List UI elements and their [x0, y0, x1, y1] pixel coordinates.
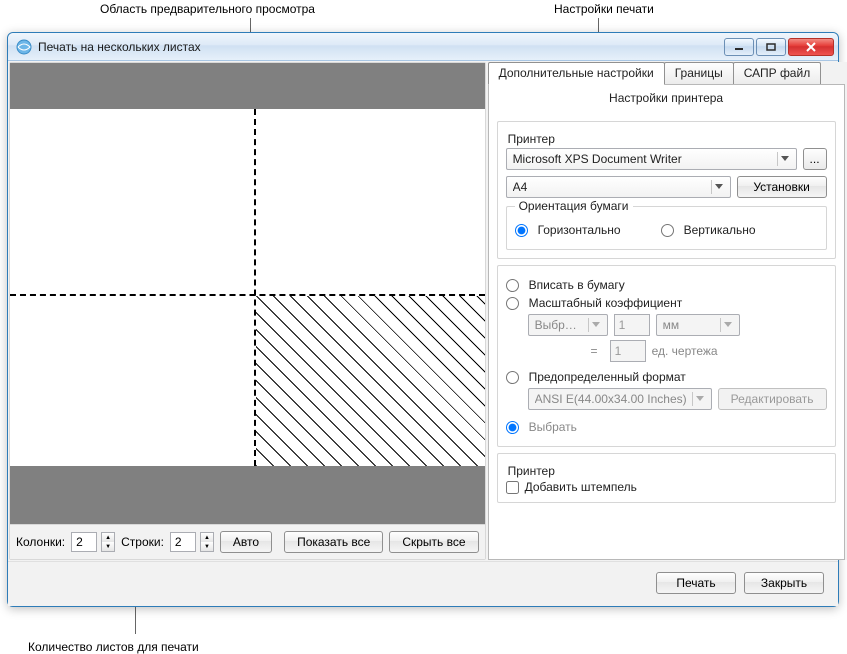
printer-selected-text: Microsoft XPS Document Writer	[513, 152, 790, 166]
tab-panel-advanced: Настройки принтера Принтер Microsoft XPS…	[488, 84, 845, 560]
preview-column: Колонки: ▲ ▼ Строки: ▲ ▼ Авто	[9, 62, 486, 560]
titlebar[interactable]: Печать на нескольких листах	[8, 33, 838, 61]
show-all-button[interactable]: Показать все	[284, 531, 383, 553]
printer-setup-button[interactable]: Установки	[737, 176, 827, 198]
predefined-format-label: Предопределенный формат	[529, 370, 686, 384]
preview-margin-bottom	[10, 466, 485, 524]
dialog-window: Печать на нескольких листах	[7, 32, 839, 607]
scale-pick-label: Выбрать	[529, 420, 577, 434]
scale-pick-radio[interactable]	[506, 421, 519, 434]
rows-down[interactable]: ▼	[201, 542, 213, 551]
callout-preview: Область предварительного просмотра	[100, 2, 315, 16]
minimize-button[interactable]	[724, 38, 754, 56]
preview-area[interactable]	[10, 63, 485, 525]
close-button[interactable]	[788, 38, 834, 56]
predefined-format-radio[interactable]	[506, 371, 519, 384]
columns-down[interactable]: ▼	[102, 542, 114, 551]
columns-spinner[interactable]: ▲ ▼	[101, 532, 115, 552]
rows-label: Строки:	[121, 535, 164, 549]
fit-to-page-label: Вписать в бумагу	[529, 278, 625, 292]
auto-button[interactable]: Авто	[220, 531, 272, 553]
columns-input[interactable]	[71, 532, 97, 552]
scale-choose-select[interactable]: Выбрать	[528, 314, 608, 336]
chevron-down-icon	[777, 152, 793, 166]
rows-spinner[interactable]: ▲ ▼	[200, 532, 214, 552]
rows-up[interactable]: ▲	[201, 533, 213, 542]
stamp-section-label: Принтер	[508, 464, 827, 478]
hide-all-button[interactable]: Скрыть все	[389, 531, 478, 553]
fit-to-page[interactable]: Вписать в бумагу	[506, 278, 827, 292]
orientation-portrait-radio[interactable]	[661, 224, 674, 237]
scale-factor-radio[interactable]	[506, 297, 519, 310]
scale-value-input[interactable]	[614, 314, 650, 336]
fit-to-page-radio[interactable]	[506, 279, 519, 292]
tabs: Дополнительные настройки Границы САПР фа…	[488, 62, 845, 84]
panel-title: Настройки принтера	[497, 91, 836, 105]
orientation-group: Ориентация бумаги Горизонтально Вертикал…	[506, 206, 827, 250]
orientation-portrait[interactable]: Вертикально	[661, 223, 756, 237]
printer-select[interactable]: Microsoft XPS Document Writer	[506, 148, 797, 170]
callout-settings: Настройки печати	[554, 2, 654, 16]
drawing-units-label: ед. чертежа	[652, 344, 718, 358]
scale-factor[interactable]: Масштабный коэффициент	[506, 296, 827, 310]
printer-group: Принтер Microsoft XPS Document Writer ..…	[497, 121, 836, 259]
predefined-select[interactable]: ANSI E(44.00x34.00 Inches)	[528, 388, 712, 410]
orientation-landscape-radio[interactable]	[515, 224, 528, 237]
equals-sign: =	[528, 344, 604, 358]
drawing-units-input[interactable]	[610, 340, 646, 362]
predefined-text: ANSI E(44.00x34.00 Inches)	[535, 392, 705, 406]
dialog-bottom-bar: Печать Закрыть	[8, 561, 838, 606]
maximize-button[interactable]	[756, 38, 786, 56]
chevron-down-icon	[720, 318, 736, 332]
scale-pick[interactable]: Выбрать	[506, 420, 827, 434]
orientation-landscape[interactable]: Горизонтально	[515, 223, 621, 237]
paper-selected-text: A4	[513, 180, 724, 194]
scale-unit-select[interactable]: мм	[656, 314, 740, 336]
add-stamp-label: Добавить штемпель	[525, 480, 637, 494]
preview-split-vertical	[254, 109, 256, 466]
columns-up[interactable]: ▲	[102, 533, 114, 542]
orientation-portrait-label: Вертикально	[684, 223, 756, 237]
scale-factor-label: Масштабный коэффициент	[529, 296, 683, 310]
preview-controls: Колонки: ▲ ▼ Строки: ▲ ▼ Авто	[10, 525, 485, 559]
app-icon	[16, 39, 32, 55]
add-stamp-checkbox[interactable]	[506, 481, 519, 494]
predefined-format[interactable]: Предопределенный формат	[506, 370, 827, 384]
close-dialog-button[interactable]: Закрыть	[744, 572, 824, 594]
preview-split-horizontal	[10, 294, 485, 296]
scale-group: Вписать в бумагу Масштабный коэффициент …	[497, 265, 836, 447]
add-stamp[interactable]: Добавить штемпель	[506, 480, 827, 494]
rows-input[interactable]	[170, 532, 196, 552]
window-title: Печать на нескольких листах	[38, 40, 722, 54]
chevron-down-icon	[588, 318, 604, 332]
chevron-down-icon	[692, 392, 708, 406]
printer-browse-button[interactable]: ...	[803, 148, 827, 170]
settings-column: Дополнительные настройки Границы САПР фа…	[486, 62, 847, 560]
stamp-group: Принтер Добавить штемпель	[497, 453, 836, 503]
print-button[interactable]: Печать	[656, 572, 736, 594]
tab-borders[interactable]: Границы	[664, 62, 734, 84]
tab-advanced[interactable]: Дополнительные настройки	[488, 62, 665, 85]
chevron-down-icon	[711, 180, 727, 194]
columns-label: Колонки:	[16, 535, 65, 549]
preview-margin-top	[10, 63, 485, 109]
tab-cad-file[interactable]: САПР файл	[733, 62, 822, 84]
printer-label: Принтер	[508, 132, 827, 146]
callout-sheet-count: Количество листов для печати	[28, 640, 199, 654]
edit-format-button[interactable]: Редактировать	[718, 388, 827, 410]
paper-select[interactable]: A4	[506, 176, 731, 198]
orientation-group-title: Ориентация бумаги	[515, 199, 633, 213]
preview-hatch-region	[256, 296, 485, 466]
orientation-landscape-label: Горизонтально	[538, 223, 621, 237]
